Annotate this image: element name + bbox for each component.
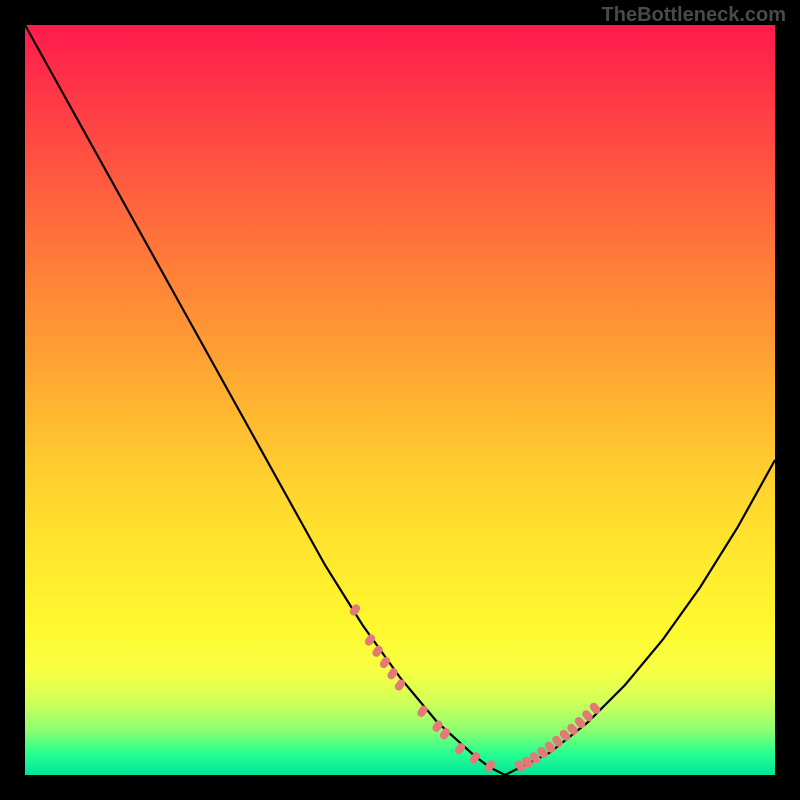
watermark-label: TheBottleneck.com [602,4,786,27]
curve-marker [386,667,399,681]
plot-area [25,25,775,775]
marker-cluster-left [348,603,496,773]
outer-frame: TheBottleneck.com [0,0,800,800]
curve-marker [371,644,384,658]
marker-cluster-right [513,701,602,773]
curve-marker [453,742,466,756]
curve-marker [416,704,429,718]
bottleneck-curve [25,25,775,775]
curve-marker [378,655,391,669]
curve-marker [363,633,376,647]
chart-svg [25,25,775,775]
curve-marker [393,678,406,692]
